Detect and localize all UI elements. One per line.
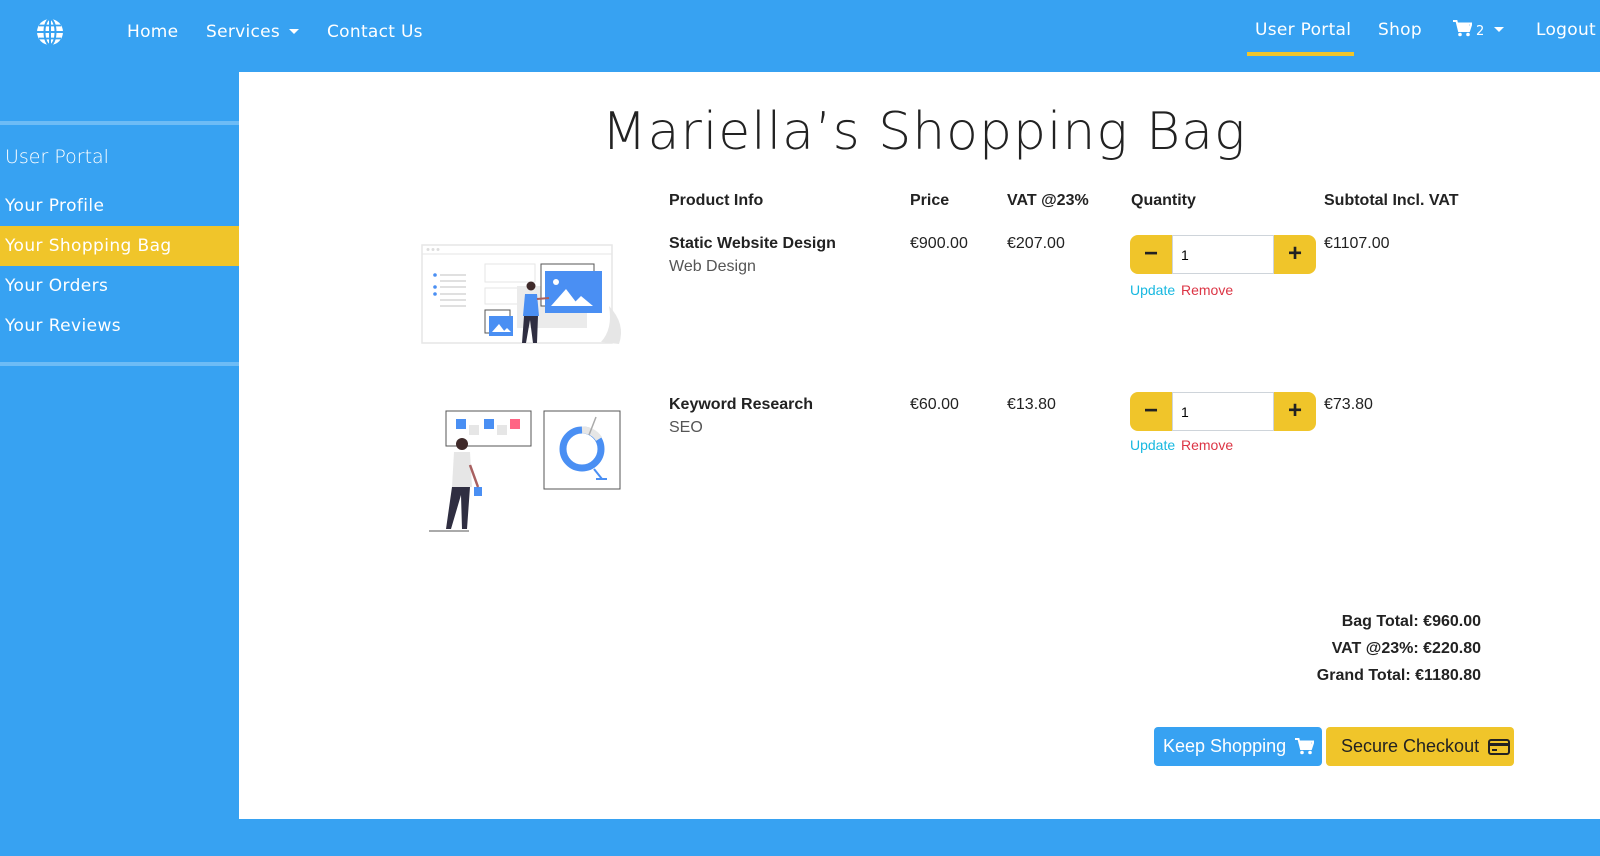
nav-services-label: Services	[206, 22, 281, 42]
product-category: SEO	[669, 419, 703, 436]
chevron-down-icon	[1493, 27, 1504, 32]
sidebar-item-orders[interactable]: Your Orders	[0, 266, 239, 306]
secure-checkout-button[interactable]: Secure Checkout	[1326, 727, 1514, 766]
quantity-stepper: − +	[1130, 392, 1316, 431]
increment-button[interactable]: +	[1274, 235, 1316, 274]
product-price: €60.00	[910, 396, 959, 413]
credit-card-icon	[1488, 739, 1511, 755]
sidebar-item-profile[interactable]: Your Profile	[0, 186, 239, 226]
grand-total: Grand Total: €1180.80	[1316, 667, 1481, 684]
nav-logout-link[interactable]: Logout	[1536, 20, 1596, 40]
page-title: Mariella’s Shopping Bag	[601, 102, 1247, 162]
nav-contact-link[interactable]: Contact Us	[327, 22, 423, 42]
cart-icon	[1295, 738, 1316, 755]
quantity-stepper: − +	[1130, 235, 1316, 274]
nav-user-portal-link[interactable]: User Portal	[1255, 20, 1351, 40]
column-header-product: Product Info	[669, 192, 764, 209]
keep-shopping-label: Keep Shopping	[1163, 736, 1287, 756]
product-name: Keyword Research	[669, 396, 814, 413]
increment-button[interactable]: +	[1274, 392, 1316, 431]
product-subtotal: €1107.00	[1324, 235, 1390, 252]
remove-link[interactable]: Remove	[1181, 437, 1233, 453]
chevron-down-icon	[289, 29, 300, 34]
column-header-subtotal: Subtotal Incl. VAT	[1324, 192, 1459, 209]
update-link[interactable]: Update	[1130, 437, 1175, 453]
main-content: Mariella’s Shopping Bag Product Info Pri…	[239, 72, 1600, 819]
product-name: Static Website Design	[669, 235, 836, 252]
product-vat: €207.00	[1007, 235, 1065, 252]
sidebar-item-shopping-bag[interactable]: Your Shopping Bag	[0, 226, 239, 266]
decrement-button[interactable]: −	[1130, 235, 1172, 274]
column-header-quantity: Quantity	[1131, 192, 1196, 209]
sidebar-divider	[0, 121, 239, 125]
product-category: Web Design	[669, 258, 756, 275]
sidebar-item-reviews[interactable]: Your Reviews	[0, 306, 239, 346]
nav-shop-link[interactable]: Shop	[1378, 20, 1422, 40]
quantity-input[interactable]	[1172, 235, 1274, 274]
column-header-price: Price	[910, 192, 950, 209]
cart-count-badge: 2	[1476, 24, 1485, 39]
keep-shopping-button[interactable]: Keep Shopping	[1154, 727, 1322, 766]
vat-total: VAT @23%: €220.80	[1331, 640, 1481, 657]
sidebar-divider	[0, 362, 239, 366]
decrement-button[interactable]: −	[1130, 392, 1172, 431]
secure-checkout-label: Secure Checkout	[1341, 736, 1480, 756]
remove-link[interactable]: Remove	[1181, 282, 1233, 298]
bag-total: Bag Total: €960.00	[1341, 613, 1481, 630]
update-link[interactable]: Update	[1130, 282, 1175, 298]
nav-cart-dropdown[interactable]: 2	[1453, 20, 1504, 40]
quantity-input[interactable]	[1172, 392, 1274, 431]
product-vat: €13.80	[1007, 396, 1056, 413]
top-navbar: Home Services Contact Us User Portal Sho…	[0, 0, 1600, 72]
column-header-vat: VAT @23%	[1007, 192, 1089, 209]
product-subtotal: €73.80	[1324, 396, 1373, 413]
product-price: €900.00	[910, 235, 968, 252]
nav-home-link[interactable]: Home	[127, 22, 178, 42]
sidebar-title: User Portal	[5, 146, 109, 168]
nav-services-dropdown[interactable]: Services	[206, 22, 300, 42]
seo-illustration	[429, 410, 621, 532]
active-nav-indicator	[1247, 52, 1354, 56]
web-design-illustration	[421, 244, 622, 344]
cart-icon	[1453, 20, 1473, 37]
globe-icon[interactable]	[35, 17, 65, 47]
